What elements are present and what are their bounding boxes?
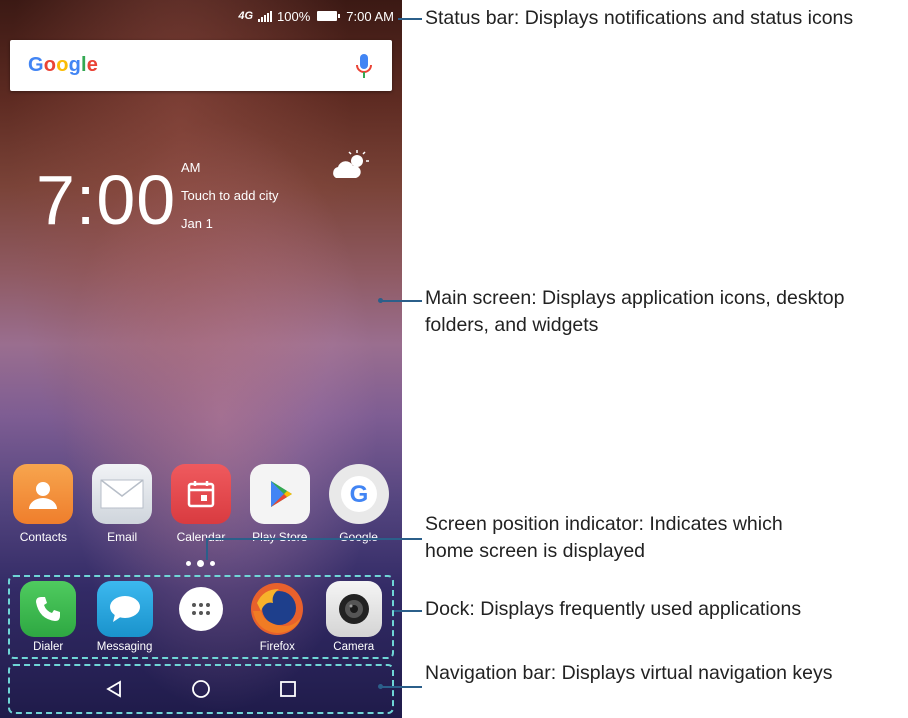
indicator-dot-active bbox=[197, 560, 204, 567]
microphone-icon[interactable] bbox=[354, 53, 374, 79]
app-label: Firefox bbox=[259, 641, 295, 653]
google-icon: G bbox=[328, 464, 389, 524]
dock: Dialer Messaging Firefox Camera bbox=[8, 575, 394, 659]
app-label: Contacts bbox=[19, 530, 68, 544]
signal-icon bbox=[258, 10, 273, 22]
callout-line bbox=[382, 686, 422, 688]
messaging-icon bbox=[96, 581, 153, 637]
callout-indicator: Screen position indicator: Indicates whi… bbox=[425, 513, 783, 562]
app-label: Email bbox=[107, 530, 138, 544]
indicator-dot bbox=[210, 561, 215, 566]
add-city-link[interactable]: Touch to add city bbox=[181, 182, 279, 210]
play-store-icon bbox=[249, 464, 310, 524]
svg-text:G: G bbox=[349, 481, 368, 508]
clock-info[interactable]: AM Touch to add city Jan 1 bbox=[181, 154, 279, 238]
callout-line bbox=[206, 538, 208, 560]
home-circle-icon[interactable] bbox=[190, 678, 212, 700]
callout-line bbox=[382, 300, 422, 302]
dock-app-firefox[interactable]: Firefox bbox=[239, 581, 315, 653]
google-search-bar[interactable]: Google bbox=[10, 40, 392, 91]
clock-time[interactable]: 7:00 bbox=[36, 160, 176, 240]
callout-navigation-bar: Navigation bar: Displays virtual navigat… bbox=[425, 662, 833, 684]
email-icon bbox=[92, 464, 153, 524]
callout-line bbox=[206, 538, 422, 540]
app-label: Calendar bbox=[176, 530, 226, 544]
camera-icon bbox=[325, 581, 382, 637]
dock-app-dialer[interactable]: Dialer bbox=[10, 581, 86, 653]
app-label: Google bbox=[339, 530, 378, 544]
navigation-bar bbox=[8, 664, 394, 714]
dock-app-messaging[interactable]: Messaging bbox=[87, 581, 163, 653]
battery-percent: 100% bbox=[277, 8, 311, 24]
app-label: Play Store bbox=[252, 530, 308, 544]
recent-square-icon[interactable] bbox=[277, 678, 299, 700]
phone-screen: 4G 100% 7:00 AM Google 7:00 AM Touch to … bbox=[0, 0, 402, 718]
app-label: Messaging bbox=[96, 641, 153, 653]
app-label: Camera bbox=[333, 641, 375, 653]
callout-dock: Dock: Displays frequently used applicati… bbox=[425, 598, 802, 620]
back-triangle-icon[interactable] bbox=[103, 678, 125, 700]
app-google[interactable]: G Google bbox=[322, 464, 396, 544]
google-logo: Google bbox=[28, 54, 99, 76]
status-bar[interactable]: 4G 100% 7:00 AM bbox=[0, 0, 402, 32]
callout-main-screen: Main screen: Displays application icons,… bbox=[425, 287, 845, 336]
battery-icon bbox=[317, 11, 341, 21]
status-time: 7:00 AM bbox=[346, 8, 394, 24]
callout-line bbox=[394, 610, 422, 612]
app-email[interactable]: Email bbox=[85, 464, 159, 544]
contacts-icon bbox=[13, 464, 74, 524]
screen-position-indicator[interactable] bbox=[186, 560, 215, 567]
network-type: 4G bbox=[238, 10, 254, 22]
home-app-row: Contacts Email Calendar Play Store G Goo… bbox=[0, 464, 402, 544]
callout-status-bar: Status bar: Displays notifications and s… bbox=[425, 7, 854, 29]
dock-app-drawer[interactable] bbox=[163, 581, 239, 641]
clock-ampm: AM bbox=[181, 160, 201, 175]
dock-app-camera[interactable]: Camera bbox=[316, 581, 392, 653]
app-drawer-icon bbox=[178, 587, 223, 631]
clock-date: Jan 1 bbox=[181, 216, 213, 231]
app-play-store[interactable]: Play Store bbox=[243, 464, 317, 544]
app-label: Dialer bbox=[33, 641, 64, 653]
partly-cloudy-icon[interactable] bbox=[330, 150, 370, 182]
phone-icon bbox=[20, 581, 77, 637]
calendar-icon bbox=[170, 464, 231, 524]
indicator-dot bbox=[186, 561, 191, 566]
app-calendar[interactable]: Calendar bbox=[164, 464, 238, 544]
firefox-icon bbox=[249, 581, 305, 637]
callout-line bbox=[398, 18, 422, 20]
app-contacts[interactable]: Contacts bbox=[6, 464, 80, 544]
